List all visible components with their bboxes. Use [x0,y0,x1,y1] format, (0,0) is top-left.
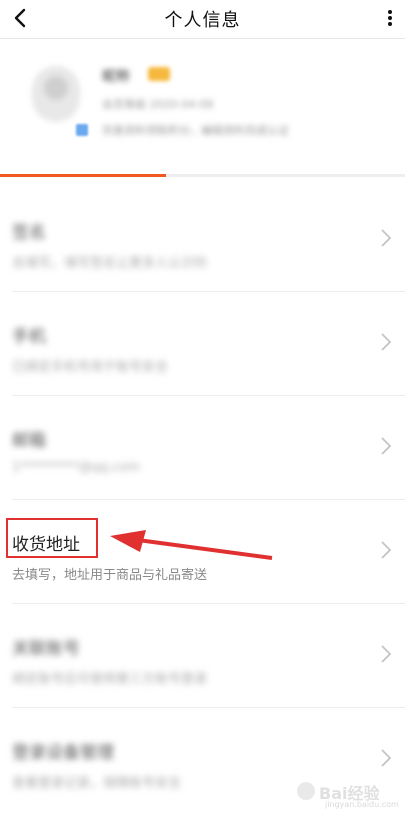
row-title: 邮箱 [12,431,46,451]
list-item-email[interactable]: 邮箱 1*********@qq.com [0,396,405,500]
username: 昵称 [102,69,130,85]
annotation-highlight-box [6,518,98,558]
chevron-right-icon [381,333,392,351]
personal-info-page: 个人信息 昵称 会员等级 2020-04-08 完善资料领取积分，编辑资料完成认… [0,0,405,816]
row-title: 关联账号 [12,639,80,659]
row-desc: 去填写，填写签名让更多人认识你 [12,256,208,271]
back-button[interactable] [8,6,32,30]
profile-tip-line: 完善资料领取积分，编辑资料完成认证 [102,124,289,137]
more-button[interactable] [383,6,397,30]
row-desc: 绑定账号后可使用第三方账号登录 [12,672,208,687]
chevron-right-icon [381,229,392,247]
watermark-url: jingyan.baidu.com [325,800,399,809]
row-title: 登录设备管理 [12,743,114,763]
profile-info-line: 会员等级 2020-04-08 [102,98,214,111]
list-item-signature[interactable]: 签名 去填写，填写签名让更多人认识你 [0,188,405,292]
page-title: 个人信息 [164,10,241,31]
list-item-linked-accounts[interactable]: 关联账号 绑定账号后可使用第三方账号登录 [0,604,405,708]
row-desc: 已绑定手机号用于账号安全 [12,360,169,375]
chevron-right-icon [381,541,392,559]
profile-card[interactable]: 昵称 会员等级 2020-04-08 完善资料领取积分，编辑资料完成认证 [0,38,405,178]
info-icon [76,124,88,136]
row-desc: 查看登录记录，保障账号安全 [12,776,182,791]
chevron-right-icon [381,749,392,767]
annotation-arrow-icon [110,530,273,560]
paw-logo-icon [297,782,315,800]
chevron-left-icon [14,8,26,28]
more-vertical-icon [388,10,392,26]
profile-completion-bar [0,174,405,177]
vip-badge-icon [148,67,170,81]
avatar[interactable] [32,66,80,122]
profile-completion-fill [0,174,167,177]
row-desc: 1*********@qq.com [12,460,141,475]
list-item-phone[interactable]: 手机 已绑定手机号用于账号安全 [0,292,405,396]
chevron-right-icon [381,437,392,455]
row-title: 签名 [12,223,46,243]
row-desc: 去填写，地址用于商品与礼品寄送 [12,568,208,583]
baidu-jingyan-watermark: Bai经验 jingyan.baidu.com [297,780,399,810]
chevron-right-icon [381,645,392,663]
row-title: 手机 [12,327,46,347]
top-bar: 个人信息 [0,0,405,39]
